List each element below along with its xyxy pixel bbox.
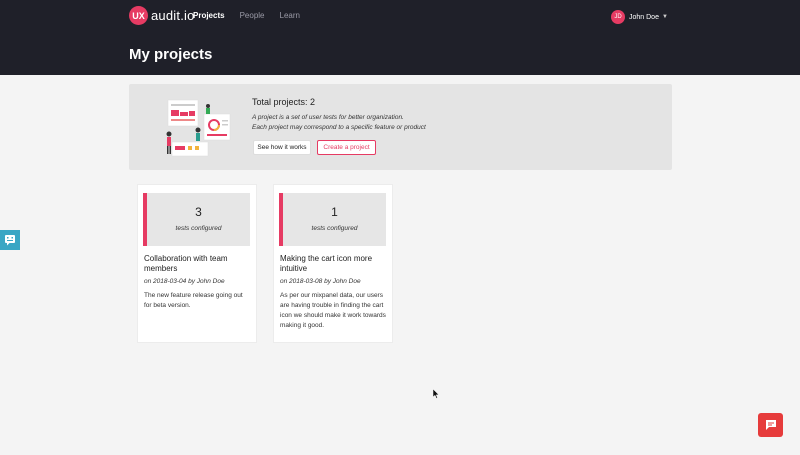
tests-count: 3: [195, 205, 202, 219]
tests-stat-box: 3 tests configured: [143, 193, 250, 246]
mouse-cursor-icon: [433, 389, 440, 399]
top-navbar: UX audit.io Projects People Learn JD Joh…: [0, 0, 800, 75]
feedback-icon: [5, 235, 15, 246]
chevron-down-icon: ▼: [661, 14, 668, 20]
project-title[interactable]: Making the cart icon more intuitive: [280, 254, 390, 274]
project-meta: on 2018-03-08 by John Doe: [280, 278, 361, 285]
logo[interactable]: UX audit.io: [129, 6, 195, 25]
see-how-it-works-button[interactable]: See how it works: [253, 140, 311, 155]
tests-count-label: tests configured: [311, 225, 358, 232]
tests-count-label: tests configured: [175, 225, 222, 232]
project-card[interactable]: 1 tests configured Making the cart icon …: [273, 184, 393, 343]
tests-stat-box: 1 tests configured: [279, 193, 386, 246]
project-description: As per our mixpanel data, our users are …: [280, 292, 386, 329]
projects-intro-panel: Total projects: 2 A project is a set of …: [129, 84, 672, 170]
intro-description-line: Each project may correspond to a specifi…: [252, 124, 426, 131]
page-title: My projects: [129, 46, 213, 63]
avatar: JD: [611, 10, 625, 24]
project-description: The new feature release going out for be…: [144, 292, 243, 309]
chat-icon: [765, 420, 776, 430]
project-title[interactable]: Collaboration with team members: [144, 254, 254, 274]
main-nav: Projects People Learn: [193, 11, 300, 20]
project-card[interactable]: 3 tests configured Collaboration with te…: [137, 184, 257, 343]
user-menu[interactable]: JD John Doe ▼: [611, 10, 668, 24]
nav-learn[interactable]: Learn: [280, 11, 300, 20]
logo-badge: UX: [129, 6, 148, 25]
chat-button[interactable]: [758, 413, 783, 437]
nav-people[interactable]: People: [240, 11, 265, 20]
total-projects-heading: Total projects: 2: [252, 97, 316, 107]
user-name: John Doe: [629, 13, 659, 21]
create-project-button[interactable]: Create a project: [317, 140, 376, 155]
intro-description: A project is a set of user tests for bet…: [252, 113, 426, 133]
intro-description-line: A project is a set of user tests for bet…: [252, 114, 404, 121]
nav-projects[interactable]: Projects: [193, 11, 225, 20]
feedback-tab[interactable]: [0, 230, 20, 250]
tests-count: 1: [331, 205, 338, 219]
projects-illustration: [166, 99, 231, 157]
logo-text: audit.io: [151, 8, 195, 23]
project-meta: on 2018-03-04 by John Doe: [144, 278, 225, 285]
